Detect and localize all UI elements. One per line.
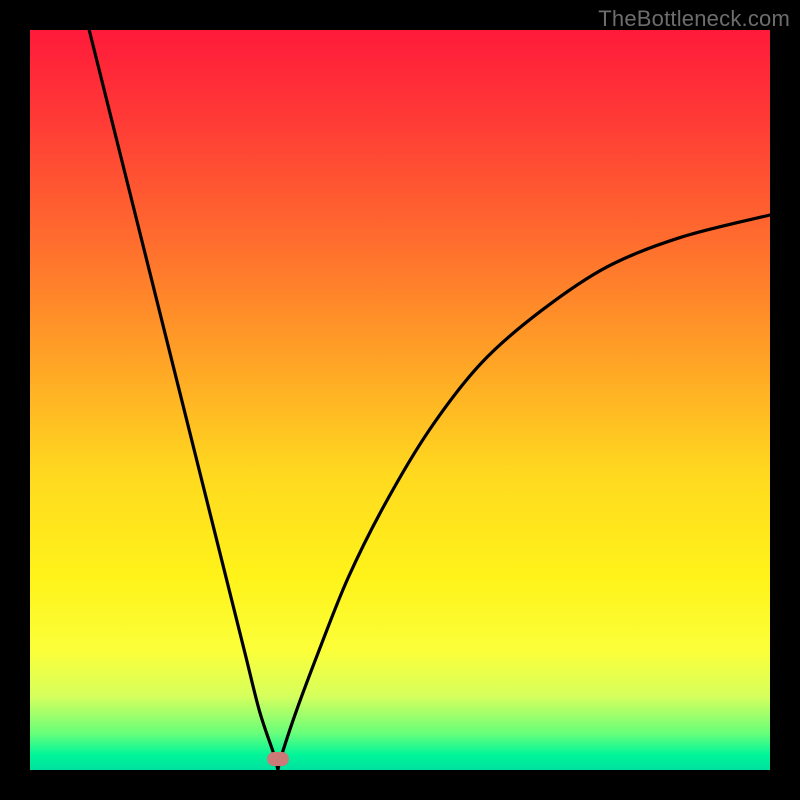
bottleneck-curve <box>89 30 770 770</box>
watermark-text: TheBottleneck.com <box>598 6 790 32</box>
plot-frame <box>30 30 770 770</box>
minimum-marker <box>267 752 289 766</box>
curve-layer <box>30 30 770 770</box>
